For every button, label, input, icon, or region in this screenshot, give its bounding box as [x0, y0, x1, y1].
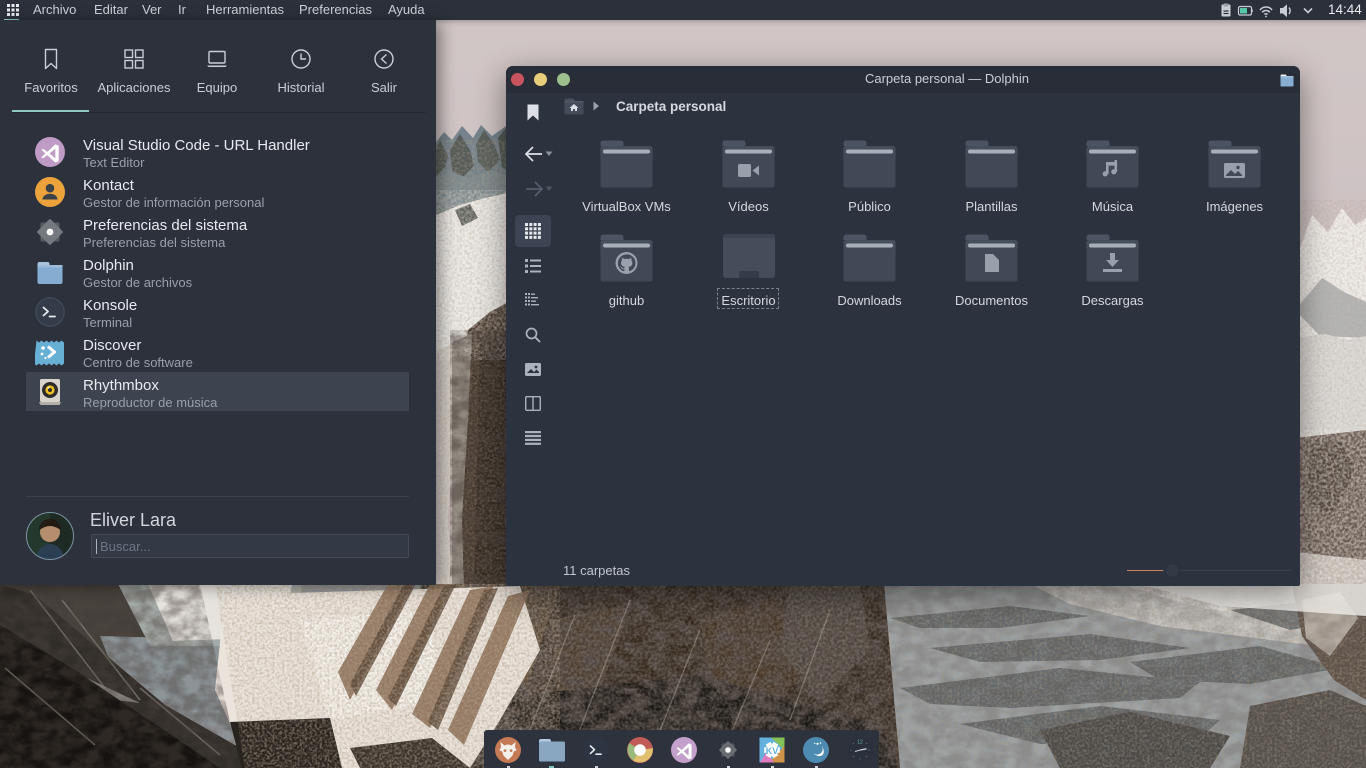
svg-text:KV: KV	[766, 746, 779, 756]
svg-text:12: 12	[857, 740, 863, 746]
